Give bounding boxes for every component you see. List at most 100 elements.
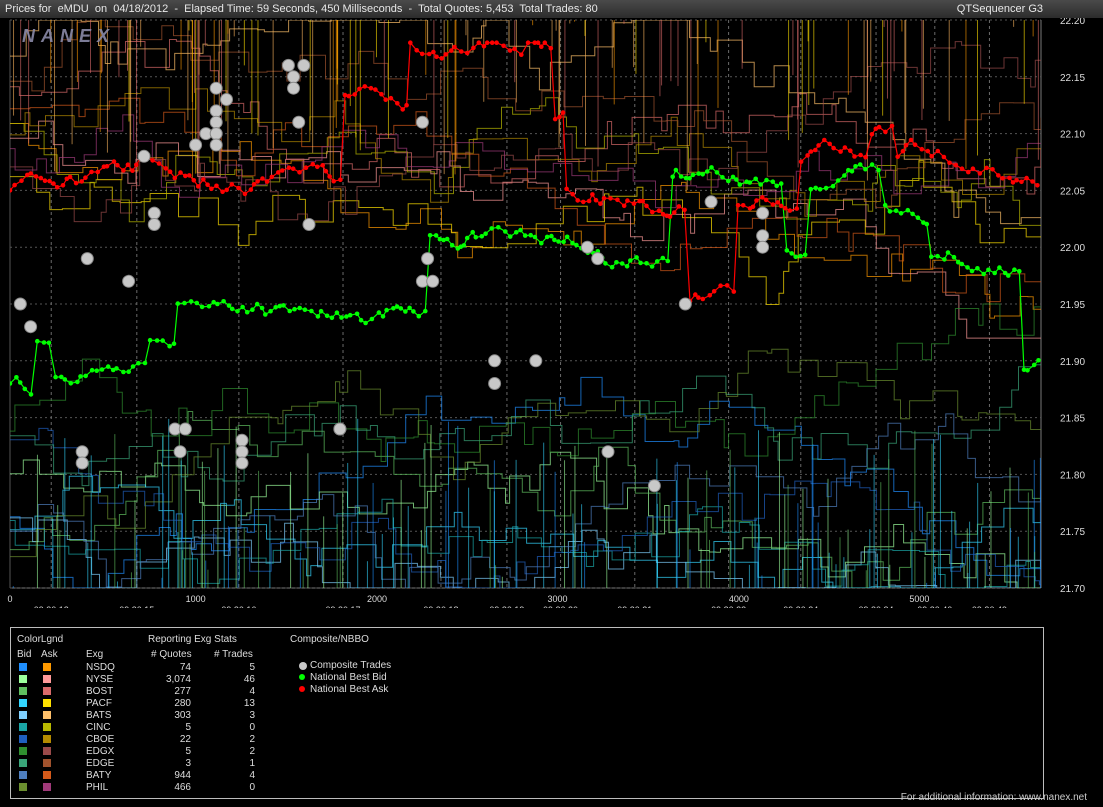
legend-row: EDGE 3 1	[11, 758, 281, 769]
national-best-bid-point	[354, 311, 360, 317]
national-best-bid-point	[281, 303, 286, 308]
bid-swatch	[19, 747, 27, 755]
national-best-bid-point	[229, 306, 235, 312]
national-best-bid-point	[842, 173, 847, 178]
national-best-ask-point	[724, 283, 730, 288]
national-best-bid-point	[411, 309, 416, 314]
composite-trade-marker	[580, 240, 594, 254]
national-best-ask-point	[167, 169, 173, 174]
national-best-bid-point	[628, 258, 633, 263]
national-best-ask-point	[667, 214, 673, 220]
national-best-bid-point	[376, 310, 382, 315]
national-best-bid-point	[268, 308, 273, 314]
composite-trade-marker	[209, 115, 223, 129]
national-best-bid-point	[670, 174, 675, 180]
national-best-ask-point	[586, 198, 592, 204]
legend-ask-col: Ask	[41, 649, 58, 660]
sequencer-label: QTSequencer G3	[956, 3, 1043, 15]
y-tick-label: 22.20	[1060, 18, 1085, 27]
national-best-ask-point	[220, 189, 225, 195]
national-best-ask-point	[700, 296, 706, 302]
national-best-bid-point	[1006, 273, 1011, 278]
national-best-ask-point	[260, 176, 265, 181]
national-best-ask-point	[242, 191, 248, 197]
national-best-ask-point	[718, 283, 723, 289]
national-best-bid-point	[250, 307, 255, 313]
national-best-ask-point	[750, 204, 756, 210]
exg-name: CINC	[86, 722, 111, 733]
national-best-ask-point	[388, 95, 394, 101]
national-best-ask-point	[763, 197, 769, 203]
composite-trade-marker	[292, 115, 306, 129]
composite-trade-marker	[333, 422, 347, 436]
national-best-bid-point	[734, 177, 739, 182]
national-best-ask-point	[449, 48, 454, 53]
national-best-ask-point	[539, 44, 544, 49]
bid-swatch	[19, 699, 27, 707]
composite-trade-marker	[281, 58, 295, 72]
national-best-bid-point	[259, 305, 265, 311]
national-best-ask-point	[264, 179, 270, 184]
national-best-bid-point	[793, 254, 798, 260]
national-best-ask-point	[507, 48, 513, 53]
legend-row: PACF 280 13	[11, 698, 281, 709]
composite-trade-marker	[189, 138, 203, 152]
national-best-bid-point	[407, 305, 412, 311]
national-best-ask-point	[310, 161, 316, 167]
composite-trade-marker	[235, 445, 249, 459]
bid-swatch	[19, 675, 27, 683]
national-best-ask-point	[711, 289, 717, 294]
national-best-bid-point	[479, 234, 485, 239]
trade-count: 4	[249, 686, 255, 697]
national-best-ask-point	[42, 178, 48, 183]
exg-name: CBOE	[86, 734, 115, 745]
national-best-bid-point	[240, 304, 245, 310]
national-best-ask-point	[822, 137, 827, 143]
exg-name: BATS	[86, 710, 112, 721]
national-best-ask-point	[431, 49, 436, 55]
national-best-bid-point	[215, 301, 220, 307]
national-best-bid-point	[398, 306, 404, 311]
x-time-label: 09:30:23	[711, 605, 746, 608]
national-best-ask-point	[775, 200, 781, 205]
composite-trade-marker	[209, 127, 223, 141]
national-best-ask-point	[163, 166, 169, 171]
bid-swatch	[19, 687, 27, 695]
ask-swatch	[43, 759, 51, 767]
national-best-ask-point	[248, 187, 254, 192]
trade-count: 1	[249, 758, 255, 769]
national-best-ask-point	[1007, 175, 1012, 181]
national-best-ask-point	[990, 167, 995, 172]
national-best-ask-point	[798, 159, 804, 164]
national-best-bid-point	[522, 233, 528, 238]
national-best-bid-point	[384, 307, 389, 313]
x-time-label: 09:30:16	[221, 605, 256, 608]
exg-name: EDGE	[86, 758, 115, 769]
national-best-ask-point	[852, 154, 857, 159]
national-best-ask-point	[542, 40, 548, 45]
national-best-bid-point	[690, 172, 696, 178]
x-time-label: 09:30:34	[859, 605, 894, 608]
national-best-bid-point	[887, 209, 893, 214]
national-best-bid-point	[167, 343, 172, 349]
national-best-ask-point	[346, 93, 352, 99]
composite-trade-marker	[415, 115, 429, 129]
bid-swatch	[19, 663, 27, 671]
national-best-ask-point	[205, 182, 210, 187]
national-best-ask-point	[236, 185, 241, 191]
national-best-ask-point	[323, 168, 329, 174]
national-best-bid-point	[798, 253, 803, 259]
x-time-label: 09:30:17	[325, 605, 360, 608]
bid-swatch	[19, 759, 27, 767]
national-best-bid-point	[273, 305, 279, 310]
composite-trade-marker	[75, 456, 89, 470]
x-time-label: 09:30:15	[119, 605, 154, 608]
national-best-bid-point	[17, 380, 23, 385]
national-best-bid-point	[130, 364, 136, 369]
national-best-ask-point	[512, 46, 517, 52]
national-best-ask-point	[156, 161, 162, 166]
national-best-ask-point	[816, 143, 821, 148]
national-best-bid-point	[483, 231, 488, 236]
price-chart: NANEX 22.20 22.15 22.10 22.05 22.00 21.95 21.9…	[0, 18, 1103, 608]
national-best-bid-point	[324, 313, 330, 319]
